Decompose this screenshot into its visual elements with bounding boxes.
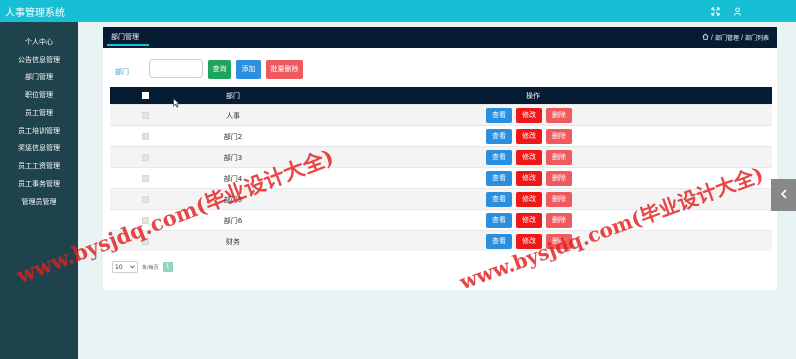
row-checkbox[interactable] <box>142 154 149 161</box>
edit-button[interactable]: 修改 <box>516 192 542 207</box>
department-name: 部门2 <box>223 133 243 141</box>
sidebar-item-positions[interactable]: 职位管理 <box>0 88 78 102</box>
sidebar: 个人中心 公告信息管理 部门管理 职位管理 员工管理 员工培训管理 奖惩信息管理… <box>0 22 78 359</box>
department-name: 部门5 <box>223 196 243 204</box>
edit-button[interactable]: 修改 <box>516 213 542 228</box>
table-row: 部门5 查看 修改 删除 <box>110 188 772 209</box>
sidebar-item-affairs[interactable]: 员工事务管理 <box>0 177 78 191</box>
title-underline <box>107 44 149 46</box>
row-checkbox[interactable] <box>142 133 149 140</box>
department-name: 部门4 <box>223 175 243 183</box>
sidebar-item-training[interactable]: 员工培训管理 <box>0 124 78 138</box>
sidebar-item-admins[interactable]: 管理员管理 <box>0 195 78 209</box>
breadcrumb-separator: / <box>710 34 713 41</box>
department-search-input[interactable] <box>149 59 203 78</box>
edit-button[interactable]: 修改 <box>516 108 542 123</box>
app-title: 人事管理系统 <box>5 8 65 19</box>
home-icon[interactable] <box>702 33 709 42</box>
page-number-current[interactable]: 1 <box>162 262 173 272</box>
edit-button[interactable]: 修改 <box>516 171 542 186</box>
sidebar-item-departments[interactable]: 部门管理 <box>0 70 78 84</box>
table-row: 部门3 查看 修改 删除 <box>110 146 772 167</box>
page-title: 部门管理 <box>111 33 139 41</box>
delete-button[interactable]: 删除 <box>546 234 572 249</box>
view-button[interactable]: 查看 <box>486 213 512 228</box>
breadcrumb-separator: / <box>740 34 743 41</box>
department-name: 人事 <box>226 112 240 120</box>
delete-button[interactable]: 删除 <box>546 171 572 186</box>
view-button[interactable]: 查看 <box>486 129 512 144</box>
view-button[interactable]: 查看 <box>486 192 512 207</box>
edit-button[interactable]: 修改 <box>516 234 542 249</box>
add-button[interactable]: 添加 <box>236 60 261 79</box>
view-button[interactable]: 查看 <box>486 234 512 249</box>
sidebar-item-notices[interactable]: 公告信息管理 <box>0 53 78 67</box>
batch-delete-button[interactable]: 批量删除 <box>266 60 303 79</box>
table-header: 部门 操作 <box>110 87 772 104</box>
expand-icon[interactable] <box>709 5 721 17</box>
row-checkbox[interactable] <box>142 217 149 224</box>
main-panel: 部门管理 / 部门管理 / 部门列表 部门 查询 添加 批量删除 部门 操作 人… <box>103 27 777 290</box>
sidebar-item-profile[interactable]: 个人中心 <box>0 35 78 49</box>
user-icon[interactable] <box>731 5 743 17</box>
table-row: 人事 查看 修改 删除 <box>110 104 772 125</box>
table-row: 部门6 查看 修改 删除 <box>110 209 772 230</box>
row-checkbox[interactable] <box>142 196 149 203</box>
query-button[interactable]: 查询 <box>208 60 231 79</box>
top-bar: 人事管理系统 <box>0 0 796 22</box>
view-button[interactable]: 查看 <box>486 108 512 123</box>
column-header-department[interactable]: 部门 <box>218 91 248 101</box>
delete-button[interactable]: 删除 <box>546 108 572 123</box>
view-button[interactable]: 查看 <box>486 171 512 186</box>
department-name: 财务 <box>226 238 240 246</box>
sidebar-item-employees[interactable]: 员工管理 <box>0 106 78 120</box>
row-checkbox[interactable] <box>142 175 149 182</box>
department-name: 部门3 <box>223 154 243 162</box>
table-row: 部门2 查看 修改 删除 <box>110 125 772 146</box>
department-name: 部门6 <box>223 217 243 225</box>
pagination: 10 条/每页 1 <box>112 261 173 273</box>
delete-button[interactable]: 删除 <box>546 129 572 144</box>
delete-button[interactable]: 删除 <box>546 192 572 207</box>
table-row: 财务 查看 修改 删除 <box>110 230 772 251</box>
row-checkbox[interactable] <box>142 112 149 119</box>
chevron-left-icon <box>780 189 788 201</box>
page-size-value: 10 <box>115 263 123 271</box>
delete-button[interactable]: 删除 <box>546 150 572 165</box>
column-header-action: 操作 <box>526 92 540 100</box>
view-button[interactable]: 查看 <box>486 150 512 165</box>
department-filter-label: 部门 <box>115 68 129 76</box>
edit-button[interactable]: 修改 <box>516 150 542 165</box>
page-size-select[interactable]: 10 <box>112 261 138 273</box>
table-row: 部门4 查看 修改 删除 <box>110 167 772 188</box>
sidebar-item-salary[interactable]: 员工工资管理 <box>0 159 78 173</box>
breadcrumb-level2: 部门列表 <box>744 35 769 42</box>
delete-button[interactable]: 删除 <box>546 213 572 228</box>
breadcrumb: / 部门管理 / 部门列表 <box>702 33 769 42</box>
mouse-cursor-icon <box>173 97 181 110</box>
sidebar-item-rewards[interactable]: 奖惩信息管理 <box>0 141 78 155</box>
breadcrumb-level1[interactable]: 部门管理 <box>715 33 739 42</box>
page-size-text: 条/每页 <box>142 264 159 271</box>
row-checkbox[interactable] <box>142 238 149 245</box>
chevron-down-icon <box>130 264 135 271</box>
select-all-checkbox[interactable] <box>142 92 149 99</box>
side-toggle-tab[interactable] <box>771 179 796 211</box>
edit-button[interactable]: 修改 <box>516 129 542 144</box>
panel-header: 部门管理 / 部门管理 / 部门列表 <box>103 27 777 48</box>
